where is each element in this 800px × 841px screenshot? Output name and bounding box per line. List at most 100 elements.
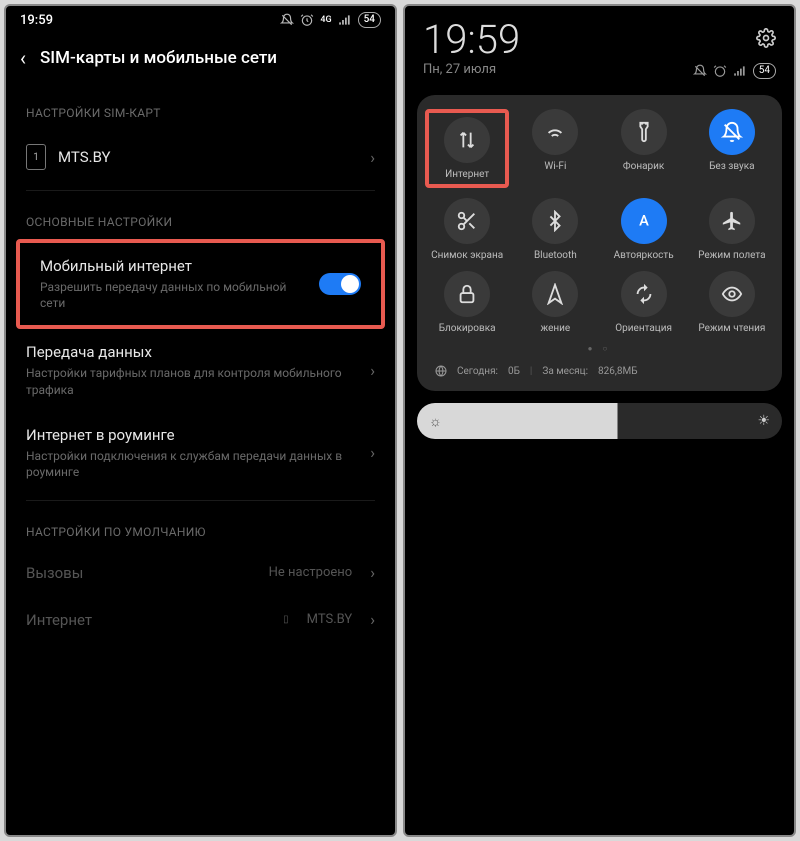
brightness-high-icon: ☀ (757, 413, 770, 429)
settings-gear-icon[interactable] (693, 28, 776, 53)
qs-header: 19:59 Пн, 27 июля 54 (405, 6, 794, 85)
qs-tile-wifi[interactable]: Wi-Fi (513, 109, 597, 188)
qs-tile-label: Ориентация (602, 323, 686, 334)
month-label: За месяц: (542, 366, 588, 377)
mobile-internet-title: Мобильный интернет (40, 257, 307, 275)
battery-pill: 54 (358, 12, 381, 28)
qs-tile-location[interactable]: жение (513, 271, 597, 334)
data-usage-footer[interactable]: Сегодня: 0Б | За месяц: 826,8МБ (425, 359, 774, 381)
sim-slot-icon: 1 (26, 144, 46, 170)
qs-tile-bell-off[interactable]: Без звука (690, 109, 774, 188)
chevron-right-icon: › (370, 443, 375, 462)
qs-tile-label: Снимок экрана (425, 250, 509, 261)
divider (26, 190, 375, 191)
qs-tile-airplane[interactable]: Режим полета (690, 198, 774, 261)
qs-tile-label: Режим чтения (690, 323, 774, 334)
brightness-low-icon: ☼ (429, 413, 442, 430)
auto-brightness-icon: A (621, 198, 667, 244)
section-label-defaults: НАСТРОЙКИ ПО УМОЛЧАНИЮ (6, 507, 395, 549)
default-internet-title: Интернет (26, 611, 271, 629)
lock-icon (444, 271, 490, 317)
dnd-icon (280, 13, 294, 27)
globe-icon (435, 365, 447, 377)
mobile-internet-toggle[interactable] (319, 273, 361, 295)
quick-settings-screen: 19:59 Пн, 27 июля 54 Интернет Wi-Fi Фонари… (403, 4, 796, 837)
default-calls-title: Вызовы (26, 564, 257, 582)
roaming-title: Интернет в роуминге (26, 426, 358, 444)
alarm-icon (713, 64, 727, 78)
signal-icon (338, 13, 352, 27)
section-label-sim: НАСТРОЙКИ SIM-КАРТ (6, 88, 395, 130)
qs-tile-label: Фонарик (602, 161, 686, 172)
default-calls-row[interactable]: Вызовы Не настроено › (6, 549, 395, 596)
mobile-internet-row[interactable]: Мобильный интернет Разрешить передачу да… (20, 243, 381, 325)
location-icon (532, 271, 578, 317)
qs-tile-label: Без звука (690, 161, 774, 172)
settings-screen: 19:59 4G 54 ‹ SIM-карты и мобильные сети… (4, 4, 397, 837)
qs-tile-eye[interactable]: Режим чтения (690, 271, 774, 334)
default-internet-value: MTS.BY (307, 612, 353, 627)
qs-tile-lock[interactable]: Блокировка (425, 271, 509, 334)
rotation-icon (621, 271, 667, 317)
qs-tile-label: Автояркость (602, 250, 686, 261)
data-arrows-icon (444, 117, 490, 163)
data-usage-title: Передача данных (26, 343, 358, 361)
bluetooth-icon (532, 198, 578, 244)
page-header: ‹ SIM-карты и мобильные сети (6, 34, 395, 88)
status-bar: 19:59 4G 54 (6, 6, 395, 34)
qs-tile-label: Wi-Fi (513, 161, 597, 172)
default-calls-value: Не настроено (269, 565, 353, 580)
sim-name: MTS.BY (58, 148, 358, 166)
chevron-right-icon: › (370, 563, 375, 582)
qs-tile-auto-brightness[interactable]: A Автояркость (602, 198, 686, 261)
eye-icon (709, 271, 755, 317)
data-usage-row[interactable]: Передача данных Настройки тарифных плано… (6, 329, 395, 411)
bell-off-icon (709, 109, 755, 155)
sim-card-row[interactable]: 1 MTS.BY › (6, 130, 395, 184)
dnd-icon (693, 64, 707, 78)
today-value: 0Б (508, 366, 520, 377)
qs-tile-bluetooth[interactable]: Bluetooth (513, 198, 597, 261)
default-internet-row[interactable]: Интернет ▯ MTS.BY › (6, 596, 395, 643)
qs-grid: Интернет Wi-Fi Фонарик Без звука Снимок экра… (425, 109, 774, 334)
page-title: SIM-карты и мобильные сети (40, 48, 277, 68)
scissors-icon (444, 198, 490, 244)
qs-tile-flashlight[interactable]: Фонарик (602, 109, 686, 188)
qs-tile-rotation[interactable]: Ориентация (602, 271, 686, 334)
brightness-slider[interactable]: ☼ ☀ (417, 403, 782, 439)
today-label: Сегодня: (457, 366, 498, 377)
roaming-sub: Настройки подключения к службам передачи… (26, 448, 358, 480)
svg-text:A: A (639, 212, 649, 230)
separator: | (530, 366, 532, 377)
qs-time: 19:59 (423, 20, 520, 60)
network-4g-icon: 4G (320, 15, 331, 25)
qs-tile-scissors[interactable]: Снимок экрана (425, 198, 509, 261)
battery-pill: 54 (753, 63, 776, 79)
qs-panel: Интернет Wi-Fi Фонарик Без звука Снимок экра… (417, 95, 782, 391)
back-icon[interactable]: ‹ (20, 46, 26, 70)
wifi-icon (532, 109, 578, 155)
sim-indicator-icon: ▯ (283, 614, 289, 625)
chevron-right-icon: › (370, 610, 375, 629)
section-label-basic: ОСНОВНЫЕ НАСТРОЙКИ (6, 197, 395, 239)
data-usage-sub: Настройки тарифных планов для контроля м… (26, 365, 358, 397)
qs-tile-label: Блокировка (425, 323, 509, 334)
flashlight-icon (621, 109, 667, 155)
qs-tile-label: Режим полета (690, 250, 774, 261)
qs-tile-label: Bluetooth (513, 250, 597, 261)
alarm-icon (300, 13, 314, 27)
page-indicator: ● ○ (425, 344, 774, 353)
month-value: 826,8МБ (598, 366, 637, 377)
qs-tile-label: жение (513, 323, 597, 334)
qs-tile-data-arrows[interactable]: Интернет (425, 109, 509, 188)
airplane-icon (709, 198, 755, 244)
status-time: 19:59 (20, 13, 53, 28)
divider (26, 500, 375, 501)
highlight-mobile-internet: Мобильный интернет Разрешить передачу да… (16, 239, 385, 329)
qs-date: Пн, 27 июля (423, 62, 520, 77)
signal-icon (733, 64, 747, 78)
roaming-row[interactable]: Интернет в роуминге Настройки подключени… (6, 412, 395, 494)
chevron-right-icon: › (370, 361, 375, 380)
chevron-right-icon: › (370, 148, 375, 167)
qs-tile-label: Интернет (431, 169, 503, 180)
